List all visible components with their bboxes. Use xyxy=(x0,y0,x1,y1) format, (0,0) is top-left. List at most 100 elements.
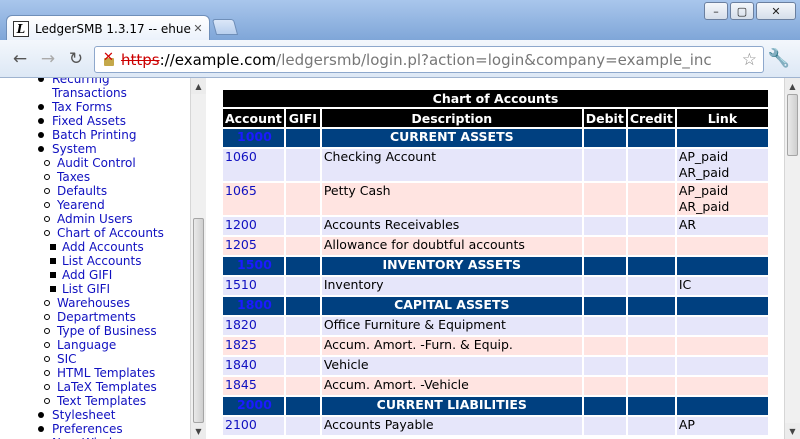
reload-icon[interactable]: ↻ xyxy=(66,49,86,69)
new-tab-button[interactable] xyxy=(211,19,239,35)
menu-item-label[interactable]: Type of Business xyxy=(57,324,157,338)
link-cell xyxy=(676,377,768,395)
forward-arrow-icon[interactable]: → xyxy=(38,49,58,69)
menu-item[interactable]: Add Accounts xyxy=(0,240,190,254)
broken-lock-icon[interactable] xyxy=(101,50,117,68)
account-link[interactable]: 1065 xyxy=(225,183,257,198)
account-link[interactable]: 1510 xyxy=(225,277,257,292)
menu-item[interactable]: List Accounts xyxy=(0,254,190,268)
menu-item-label[interactable]: Chart of Accounts xyxy=(57,226,164,240)
minimize-button[interactable]: – xyxy=(704,2,728,20)
menu-item-label[interactable]: Audit Control xyxy=(57,156,136,170)
address-bar[interactable]: https://example.com/ledgersmb/login.pl?a… xyxy=(94,46,764,73)
heading-account[interactable]: 1000 xyxy=(223,129,284,147)
menu-item-label[interactable]: Tax Forms xyxy=(52,100,112,114)
scroll-down-arrow-icon[interactable]: ▼ xyxy=(785,423,800,439)
account-link[interactable]: 1200 xyxy=(225,217,257,232)
menu-item[interactable]: Stylesheet xyxy=(0,408,190,422)
menu-item-label[interactable]: Add Accounts xyxy=(62,240,144,254)
menu-item-label[interactable]: Language xyxy=(57,338,116,352)
menu-item[interactable]: LaTeX Templates xyxy=(0,380,190,394)
link-cell xyxy=(676,357,768,375)
menu-item-label[interactable]: Recurring xyxy=(52,78,110,86)
menu-item[interactable]: Chart of Accounts xyxy=(0,226,190,240)
menu-item[interactable]: Batch Printing xyxy=(0,128,190,142)
menu-item[interactable]: Fixed Assets xyxy=(0,114,190,128)
menu-item-label[interactable]: Preferences xyxy=(52,422,123,436)
menu-item[interactable]: System xyxy=(0,142,190,156)
heading-account[interactable]: 1500 xyxy=(223,257,284,275)
menu-item[interactable]: HTML Templates xyxy=(0,366,190,380)
close-window-button[interactable]: ✕ xyxy=(756,2,796,20)
column-header[interactable]: Link xyxy=(676,109,768,127)
wrench-icon[interactable]: 🔧 xyxy=(768,48,790,69)
account-link[interactable]: 1840 xyxy=(225,357,257,372)
star-icon[interactable]: ☆ xyxy=(742,50,757,70)
menu-item[interactable]: Taxes xyxy=(0,170,190,184)
menu-scrollbar[interactable]: ▲ ▼ xyxy=(190,78,206,439)
menu-item-label[interactable]: Admin Users xyxy=(57,212,133,226)
menu-item[interactable]: List GIFI xyxy=(0,282,190,296)
menu-item[interactable]: Yearend xyxy=(0,198,190,212)
menu-item-label[interactable]: Defaults xyxy=(57,184,107,198)
menu-item-label[interactable]: Add GIFI xyxy=(62,268,112,282)
menu-item[interactable]: Departments xyxy=(0,310,190,324)
account-link[interactable]: 2100 xyxy=(225,417,257,432)
browser-tab[interactable]: L LedgerSMB 1.3.17 -- ehuelsmann ✕ xyxy=(6,15,210,41)
main-scrollbar[interactable]: ▲ ▼ xyxy=(784,78,800,439)
column-header[interactable]: Credit xyxy=(627,109,675,127)
credit-cell xyxy=(627,257,675,275)
menu-item-label[interactable]: HTML Templates xyxy=(57,366,155,380)
menu-item-label[interactable]: Stylesheet xyxy=(52,408,115,422)
account-link[interactable]: 1845 xyxy=(225,377,257,392)
circle-bullet-icon xyxy=(44,160,50,166)
menu-item-label[interactable]: System xyxy=(52,142,97,156)
account-link[interactable]: 1205 xyxy=(225,237,257,252)
credit-cell xyxy=(627,417,675,435)
menu-item-label[interactable]: Warehouses xyxy=(57,296,130,310)
scrollbar-thumb[interactable] xyxy=(787,94,798,156)
menu-item[interactable]: Text Templates xyxy=(0,394,190,408)
circle-bullet-icon xyxy=(44,216,50,222)
tab-close-icon[interactable]: ✕ xyxy=(191,22,205,35)
menu-item[interactable]: Audit Control xyxy=(0,156,190,170)
menu-item-label[interactable]: List Accounts xyxy=(62,254,142,268)
menu-item[interactable]: SIC xyxy=(0,352,190,366)
column-header[interactable]: Description xyxy=(321,109,582,127)
menu-item[interactable]: Recurring xyxy=(0,78,190,86)
menu-item-label[interactable]: Taxes xyxy=(57,170,90,184)
heading-account[interactable]: 2000 xyxy=(223,397,284,415)
account-link[interactable]: 1060 xyxy=(225,149,257,164)
column-header[interactable]: GIFI xyxy=(285,109,320,127)
menu-item-label[interactable]: Batch Printing xyxy=(52,128,136,142)
menu-item-label[interactable]: Departments xyxy=(57,310,136,324)
scroll-up-arrow-icon[interactable]: ▲ xyxy=(191,78,206,94)
menu-item-label[interactable]: SIC xyxy=(57,352,77,366)
menu-item[interactable]: Transactions xyxy=(0,86,190,100)
menu-item-label[interactable]: Yearend xyxy=(57,198,105,212)
account-link[interactable]: 1825 xyxy=(225,337,257,352)
menu-item-label[interactable]: LaTeX Templates xyxy=(57,380,157,394)
heading-account[interactable]: 1800 xyxy=(223,297,284,315)
menu-item[interactable]: Admin Users xyxy=(0,212,190,226)
menu-item-label[interactable]: Transactions xyxy=(52,86,127,100)
menu-item[interactable]: Tax Forms xyxy=(0,100,190,114)
menu-item[interactable]: Warehouses xyxy=(0,296,190,310)
scrollbar-thumb[interactable] xyxy=(193,218,204,423)
url-text[interactable]: https://example.com/ledgersmb/login.pl?a… xyxy=(121,51,712,69)
column-header[interactable]: Debit xyxy=(583,109,626,127)
column-header[interactable]: Account xyxy=(223,109,284,127)
menu-item[interactable]: Add GIFI xyxy=(0,268,190,282)
account-link[interactable]: 1820 xyxy=(225,317,257,332)
maximize-button[interactable]: ▢ xyxy=(730,2,754,20)
scroll-up-arrow-icon[interactable]: ▲ xyxy=(785,78,800,94)
menu-item[interactable]: Preferences xyxy=(0,422,190,436)
menu-item-label[interactable]: List GIFI xyxy=(62,282,110,296)
menu-item-label[interactable]: Fixed Assets xyxy=(52,114,126,128)
scroll-down-arrow-icon[interactable]: ▼ xyxy=(191,423,206,439)
menu-item[interactable]: Defaults xyxy=(0,184,190,198)
back-arrow-icon[interactable]: ← xyxy=(10,49,30,69)
menu-item[interactable]: Language xyxy=(0,338,190,352)
menu-item-label[interactable]: Text Templates xyxy=(57,394,146,408)
menu-item[interactable]: Type of Business xyxy=(0,324,190,338)
